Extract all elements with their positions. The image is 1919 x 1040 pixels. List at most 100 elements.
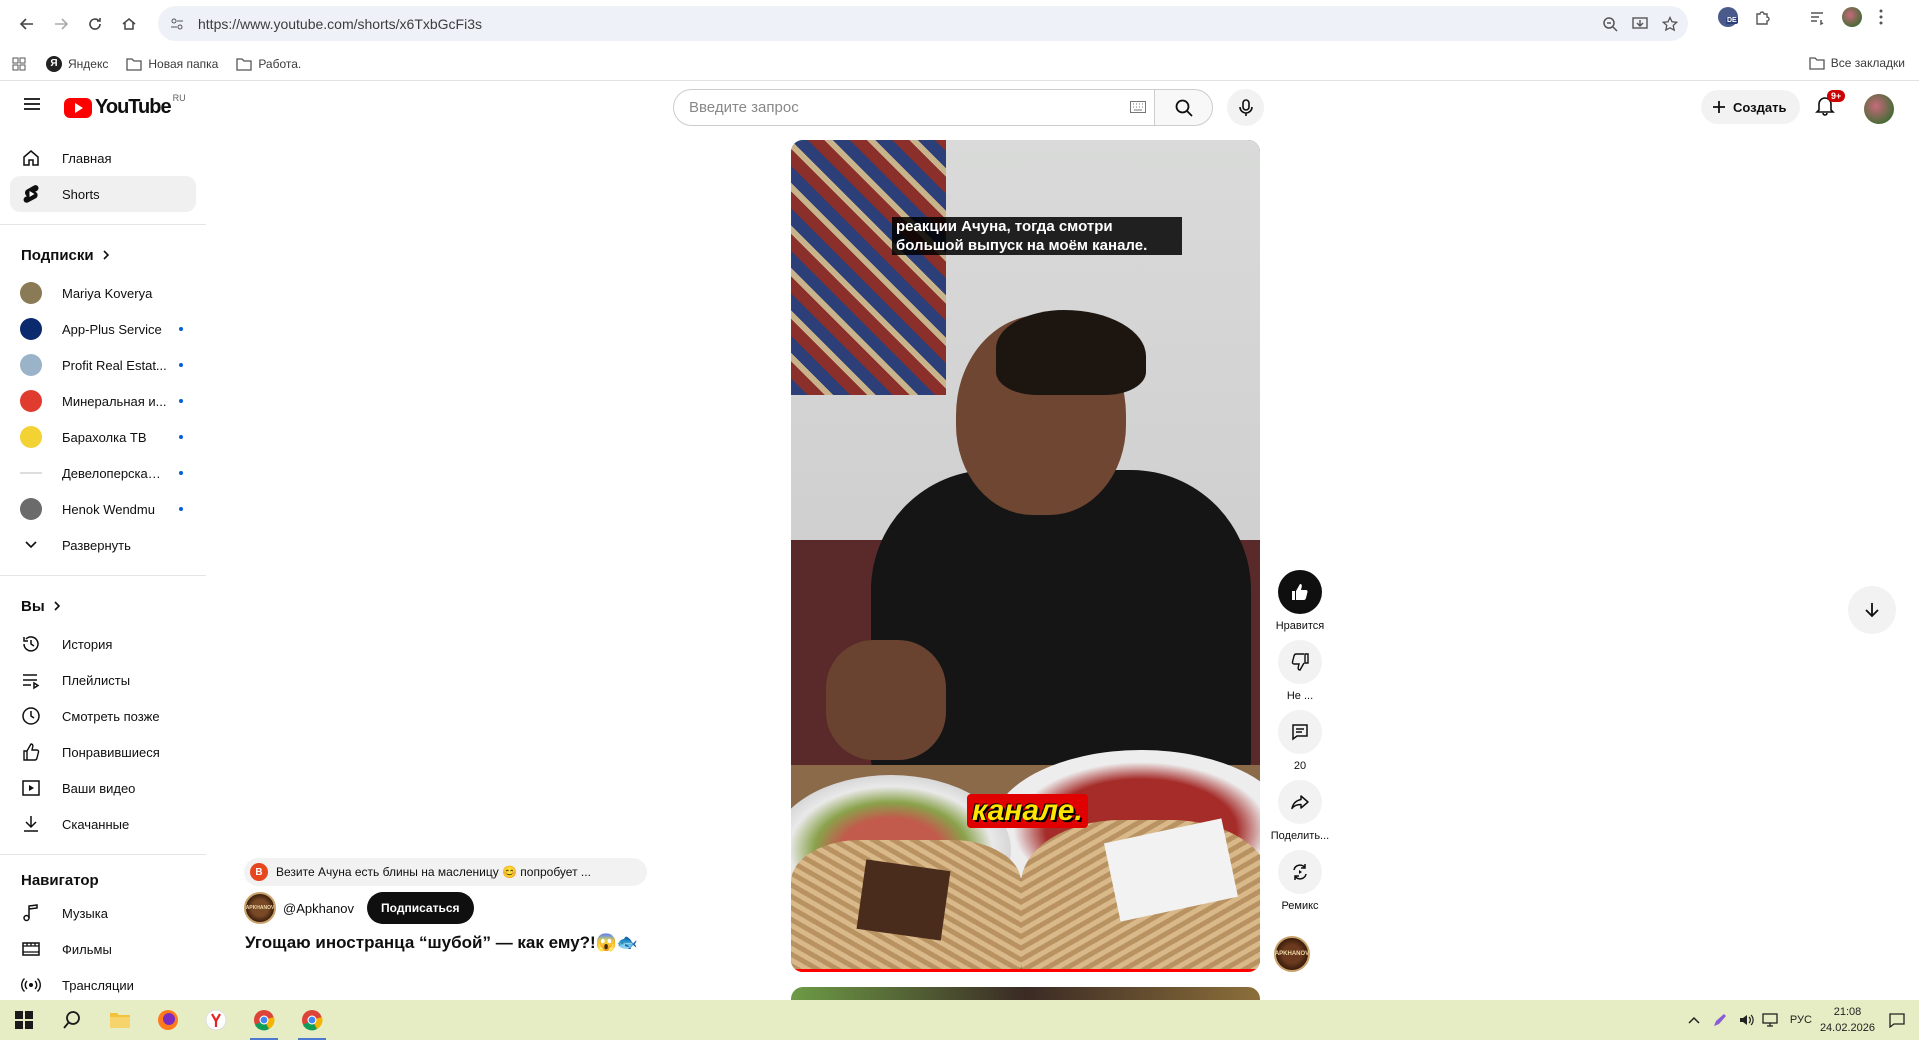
dislike-button[interactable]: Не ... xyxy=(1270,640,1330,710)
channel-handle[interactable]: @Apkhanov xyxy=(283,901,354,916)
remix-button[interactable]: Ремикс xyxy=(1270,850,1330,920)
firefox-icon xyxy=(158,1010,178,1030)
subscription-item[interactable]: Henok Wendmu xyxy=(10,491,196,527)
sidebar-item-home[interactable]: Главная xyxy=(10,140,196,176)
sidebar-item-liked[interactable]: Понравившиеся xyxy=(10,734,196,770)
forward-arrow-icon xyxy=(55,17,69,30)
bookmark-yandex[interactable]: Я Яндекс xyxy=(46,55,108,72)
profile-avatar[interactable] xyxy=(1842,7,1862,27)
channel-name: Барахолка ТВ xyxy=(62,429,147,445)
account-avatar[interactable] xyxy=(1864,94,1894,124)
subscribe-button[interactable]: Подписаться xyxy=(367,892,474,924)
sidebar-item-films[interactable]: Фильмы xyxy=(10,931,196,967)
remix-circle[interactable] xyxy=(1278,850,1322,894)
apps-button[interactable] xyxy=(12,57,26,71)
search-icon xyxy=(63,1011,80,1029)
comments-button[interactable]: 20 xyxy=(1270,710,1330,780)
channel-avatar[interactable]: APKHANOV xyxy=(244,892,276,924)
all-bookmarks-button[interactable]: Все закладки xyxy=(1809,56,1905,70)
voice-search-button[interactable] xyxy=(1227,89,1264,126)
share-label: Поделить... xyxy=(1270,830,1330,842)
sidebar-item-playlists[interactable]: Плейлисты xyxy=(10,662,196,698)
sidebar-item-downloads[interactable]: Скачанные xyxy=(10,806,196,842)
divider xyxy=(0,575,206,576)
sidebar-item-live[interactable]: Трансляции xyxy=(10,967,196,1000)
subscription-item[interactable]: Mariya Koverya xyxy=(10,275,196,311)
sidebar-item-shorts[interactable]: Shorts xyxy=(10,176,196,212)
zoom-icon[interactable] xyxy=(1602,16,1618,32)
dislike-label: Не ... xyxy=(1286,690,1314,702)
video-progress-bar[interactable] xyxy=(791,969,1260,972)
url-text[interactable]: https://www.youtube.com/shorts/x6TxbGcFi… xyxy=(198,16,482,32)
taskbar-yandex-browser[interactable] xyxy=(192,1000,240,1040)
extensions-puzzle-icon[interactable] xyxy=(1754,8,1772,26)
browser-menu-icon[interactable] xyxy=(1878,8,1884,26)
share-button[interactable]: Поделить... xyxy=(1270,780,1330,850)
clock[interactable]: 21:08 24.02.2026 xyxy=(1820,1004,1875,1036)
site-settings-icon xyxy=(171,18,183,29)
subscribe-label: Подписаться xyxy=(381,901,460,915)
suggestion-badge: В xyxy=(250,863,268,881)
comments-circle[interactable] xyxy=(1278,710,1322,754)
address-bar[interactable]: https://www.youtube.com/shorts/x6TxbGcFi… xyxy=(158,6,1688,41)
reading-list-icon[interactable] xyxy=(1808,8,1826,26)
dislike-circle[interactable] xyxy=(1278,640,1322,684)
start-button[interactable] xyxy=(0,1000,48,1040)
sidebar-item-history[interactable]: История xyxy=(10,626,196,662)
keyboard-icon[interactable] xyxy=(1130,101,1146,113)
notifications-button[interactable]: 9+ xyxy=(1814,90,1846,116)
network-icon[interactable] xyxy=(1762,1012,1780,1028)
bookmarks-bar: Я Яндекс Новая папка Работа. Все закладк… xyxy=(0,47,1919,81)
sidebar-item-label: Понравившиеся xyxy=(62,744,160,760)
like-button[interactable]: Нравится xyxy=(1270,570,1330,640)
sidebar-item-label: Фильмы xyxy=(62,941,112,957)
subscriptions-header[interactable]: Подписки xyxy=(0,235,206,275)
subscription-item[interactable]: Минеральная и... xyxy=(10,383,196,419)
video-title[interactable]: Угощаю иностранца “шубой” — как ему?!😱🐟 xyxy=(245,933,638,953)
plus-icon xyxy=(1713,101,1725,113)
reload-button[interactable] xyxy=(78,7,112,41)
bookmark-work-folder[interactable]: Работа. xyxy=(236,57,301,71)
subscription-item[interactable]: Барахолка ТВ xyxy=(10,419,196,455)
taskbar-search[interactable] xyxy=(48,1000,96,1040)
taskbar-firefox[interactable] xyxy=(144,1000,192,1040)
taskbar-chrome[interactable] xyxy=(240,1000,288,1040)
search-input[interactable]: Введите запрос xyxy=(673,89,1155,126)
subscription-item[interactable]: App-Plus Service xyxy=(10,311,196,347)
input-language[interactable]: РУС xyxy=(1790,1014,1812,1026)
guide-menu-button[interactable] xyxy=(22,96,42,112)
pen-icon[interactable] xyxy=(1712,1012,1728,1028)
like-circle[interactable] xyxy=(1278,570,1322,614)
back-button[interactable] xyxy=(10,7,44,41)
subscription-item[interactable]: Profit Real Estat... xyxy=(10,347,196,383)
forward-button[interactable] xyxy=(44,7,78,41)
sidebar-item-music[interactable]: Музыка xyxy=(10,895,196,931)
next-video-button[interactable] xyxy=(1848,586,1896,634)
shorts-video-player[interactable]: реакции Ачуна, тогда смотри большой выпу… xyxy=(791,140,1260,972)
sidebar-item-label: Плейлисты xyxy=(62,672,131,688)
bookmark-star-icon[interactable] xyxy=(1662,15,1678,32)
chevron-up-icon[interactable] xyxy=(1688,1016,1700,1024)
search-button[interactable] xyxy=(1155,89,1213,126)
sidebar-item-your-videos[interactable]: Ваши видео xyxy=(10,770,196,806)
expand-label: Развернуть xyxy=(62,537,131,553)
channel-logo-button[interactable]: APKHANOV xyxy=(1274,936,1310,972)
bookmark-new-folder[interactable]: Новая папка xyxy=(126,57,218,71)
taskbar-file-explorer[interactable] xyxy=(96,1000,144,1040)
volume-icon[interactable] xyxy=(1738,1012,1754,1028)
expand-subscriptions-button[interactable]: Развернуть xyxy=(10,527,196,563)
suggestion-chip[interactable]: В Везите Ачуна есть блины на масленицу 😊… xyxy=(244,858,647,886)
sidebar-item-watch-later[interactable]: Смотреть позже xyxy=(10,698,196,734)
youtube-logo[interactable]: YouTube RU xyxy=(64,93,186,119)
home-button[interactable] xyxy=(112,7,146,41)
translate-extension-icon[interactable]: DE xyxy=(1718,7,1738,27)
you-header[interactable]: Вы xyxy=(0,586,206,626)
next-short-preview[interactable] xyxy=(791,987,1260,1001)
share-circle[interactable] xyxy=(1278,780,1322,824)
taskbar-chrome-profile[interactable] xyxy=(288,1000,336,1040)
install-app-icon[interactable] xyxy=(1632,16,1648,32)
create-button[interactable]: Создать xyxy=(1701,90,1801,124)
new-content-dot xyxy=(179,507,183,511)
notification-center-icon[interactable] xyxy=(1889,1012,1905,1028)
subscription-item[interactable]: Девелоперская ... xyxy=(10,455,196,491)
